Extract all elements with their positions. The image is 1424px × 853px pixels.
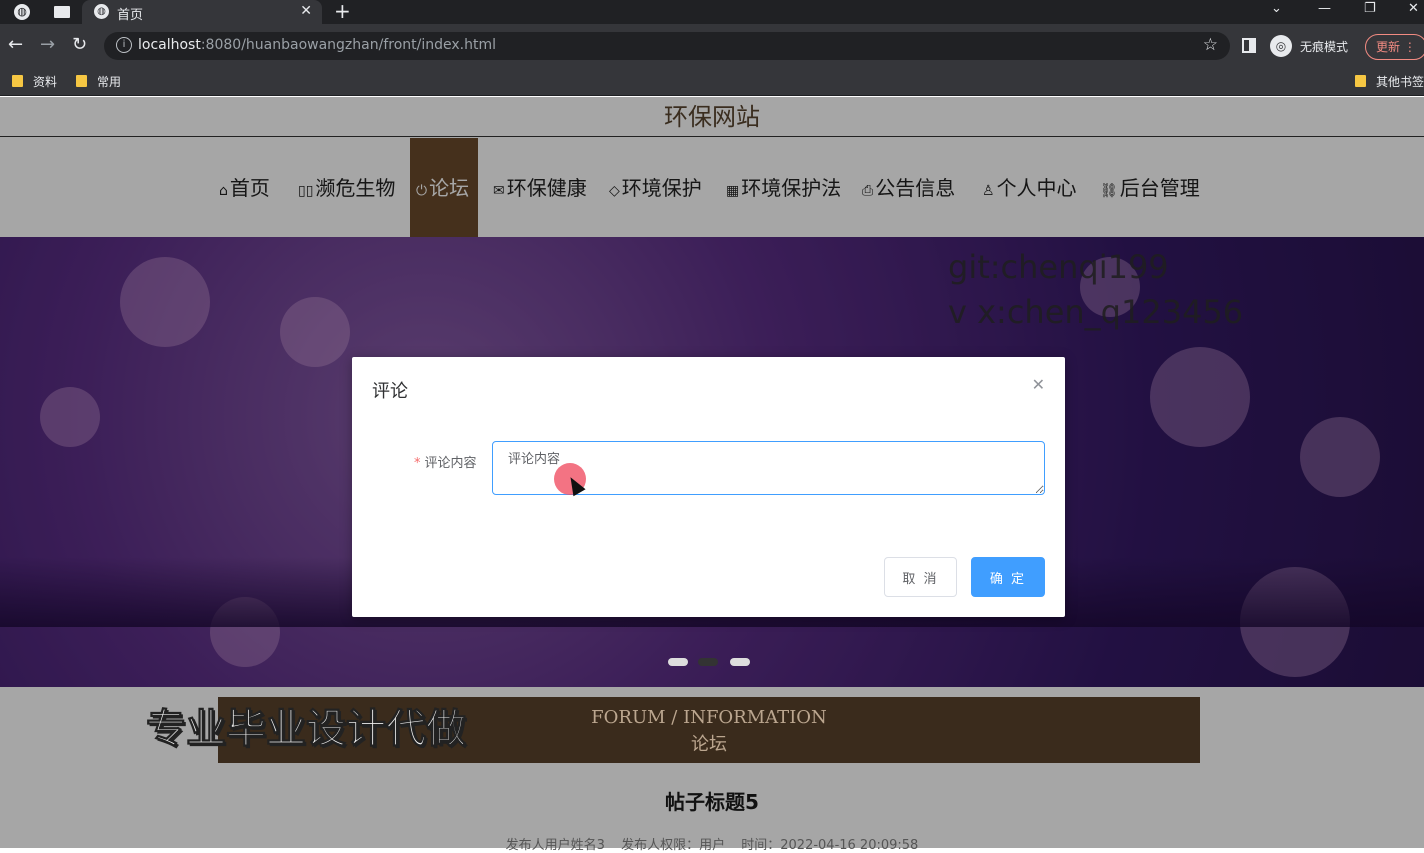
back-arrow-icon[interactable]: ←: [8, 34, 23, 56]
url-text: localhost:8080/huanbaowangzhan/front/ind…: [138, 37, 496, 53]
watermark-vx: v x:chen_q123456: [948, 293, 1244, 331]
forward-arrow-icon[interactable]: →: [40, 34, 55, 56]
url-host: localhost: [138, 37, 201, 53]
chrome-globe-icon[interactable]: ◍: [14, 4, 30, 20]
post-title: 帖子标题5: [665, 790, 759, 814]
side-panel-icon[interactable]: [1242, 38, 1256, 53]
bookmark-folder-changyong[interactable]: 常用: [76, 73, 121, 91]
site-info-icon[interactable]: i: [116, 37, 132, 53]
minimize-button[interactable]: —: [1318, 0, 1331, 24]
browser-tab-active[interactable]: ◍ 首页 ✕: [82, 0, 322, 24]
comment-field-label: * 评论内容: [414, 452, 477, 471]
carousel-dot[interactable]: [730, 658, 750, 666]
cancel-button[interactable]: 取 消: [884, 557, 957, 597]
bookmark-label: 资料: [33, 75, 58, 89]
other-bookmarks[interactable]: 其他书签: [1355, 73, 1424, 91]
browser-tab-bar: ◍ ◍ 首页 ✕ + ⌄ — ❐ ✕: [0, 0, 1424, 24]
comment-label-text: 评论内容: [424, 456, 477, 471]
incognito-icon: ◎: [1270, 35, 1292, 57]
tab-search-icon[interactable]: ⌄: [1271, 0, 1282, 24]
reload-icon[interactable]: ↻: [72, 34, 87, 56]
address-bar[interactable]: i localhost:8080/huanbaowangzhan/front/i…: [104, 32, 1230, 60]
incognito-label: 无痕模式: [1300, 40, 1349, 54]
bookmark-label: 常用: [97, 75, 122, 89]
folder-icon: [76, 75, 87, 87]
restore-button[interactable]: ❐: [1364, 0, 1376, 24]
bookmark-folder-ziliao[interactable]: 资料: [12, 73, 57, 91]
update-label: 更新: [1376, 40, 1401, 54]
carousel-dot[interactable]: [668, 658, 688, 666]
promo-overlay-text: 专业毕业设计代做: [146, 706, 467, 753]
post-time: 时间：2022-04-16 20:09:58: [741, 838, 919, 853]
folder-icon: [1355, 75, 1366, 87]
comment-dialog: 评论 ✕ * 评论内容 评论内容 取 消 确 定: [352, 357, 1065, 617]
tab-title: 首页: [117, 8, 144, 23]
post-role: 发布人权限：用户: [621, 838, 726, 853]
incognito-indicator[interactable]: ◎ 无痕模式: [1270, 35, 1362, 57]
url-path: :8080/huanbaowangzhan/front/index.html: [200, 37, 496, 53]
new-tab-button[interactable]: +: [334, 0, 351, 22]
window-icon: [54, 6, 70, 18]
dialog-title: 评论: [372, 381, 408, 402]
post-author: 发布人用户姓名3: [505, 838, 605, 853]
tab-close-icon[interactable]: ✕: [300, 3, 312, 19]
update-button[interactable]: 更新 ⋮: [1365, 34, 1424, 60]
other-bookmarks-label: 其他书签: [1376, 75, 1424, 89]
tab-window[interactable]: [44, 0, 80, 24]
close-icon[interactable]: ✕: [1032, 375, 1045, 394]
confirm-button[interactable]: 确 定: [971, 557, 1045, 597]
bookmarks-bar: 资料 常用 其他书签: [0, 68, 1424, 96]
bookmark-star-icon[interactable]: ☆: [1203, 35, 1218, 55]
post-meta: 发布人用户姓名3 发布人权限：用户 时间：2022-04-16 20:09:58: [0, 834, 1424, 853]
required-mark: *: [414, 456, 421, 471]
carousel-dot-active[interactable]: [698, 658, 718, 666]
folder-icon: [12, 75, 23, 87]
close-window-button[interactable]: ✕: [1408, 0, 1419, 24]
watermark-git: git:chenqi199: [948, 248, 1169, 286]
globe-icon: ◍: [94, 4, 109, 19]
